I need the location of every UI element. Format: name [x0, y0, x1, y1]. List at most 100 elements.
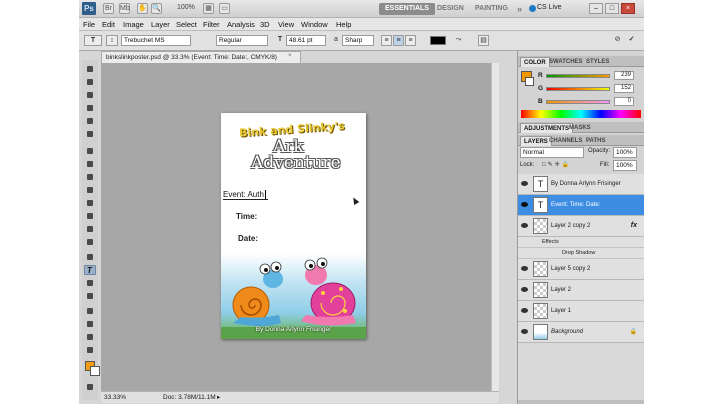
red-slider[interactable]: R 239: [538, 71, 642, 81]
color-bg-swatch[interactable]: [525, 77, 534, 86]
layer-name[interactable]: Layer 5 copy 2: [551, 266, 590, 272]
path-selection-tool-icon[interactable]: [84, 278, 96, 288]
layer-name[interactable]: Layer 2: [551, 287, 571, 293]
status-zoom[interactable]: 33.33%: [104, 392, 126, 403]
zoom-level[interactable]: 100%: [177, 4, 195, 11]
fx-icon[interactable]: fx: [631, 222, 637, 229]
drop-shadow-effect-row[interactable]: Drop Shadow: [518, 248, 644, 259]
tab-channels[interactable]: CHANNELS: [546, 136, 585, 146]
align-center-icon[interactable]: ≡: [393, 35, 404, 46]
align-right-icon[interactable]: ≡: [405, 35, 416, 46]
green-slider[interactable]: G 152: [538, 84, 642, 94]
document-canvas[interactable]: Bink and Slinky's Ark Adventure Event: A…: [221, 113, 366, 339]
hand-view-icon[interactable]: ✋: [137, 3, 148, 14]
menu-file[interactable]: File: [83, 20, 95, 29]
red-track[interactable]: [546, 74, 610, 78]
warp-text-icon[interactable]: ⤳: [453, 35, 464, 46]
menu-view[interactable]: View: [278, 20, 294, 29]
screen-mode-icon[interactable]: ▭: [219, 3, 230, 14]
cs-live-menu[interactable]: CS Live: [537, 4, 562, 11]
zoom-tool-icon[interactable]: [84, 345, 96, 355]
cancel-edit-icon[interactable]: ⊘: [612, 35, 623, 46]
marquee-tool-icon[interactable]: [84, 77, 96, 87]
menu-edit[interactable]: Edit: [102, 20, 115, 29]
minibridge-icon[interactable]: Mb: [119, 3, 130, 14]
font-family-select[interactable]: Trebuchet MS: [121, 35, 191, 46]
close-button[interactable]: ×: [621, 3, 635, 14]
text-color-swatch[interactable]: [430, 36, 446, 45]
layer-row[interactable]: Layer 2 copy 2 fx: [518, 216, 644, 237]
menu-layer[interactable]: Layer: [151, 20, 170, 29]
pen-tool-icon[interactable]: [84, 252, 96, 262]
crop-tool-icon[interactable]: [84, 116, 96, 126]
green-track[interactable]: [546, 87, 610, 91]
vertical-scrollbar[interactable]: [491, 63, 499, 391]
history-brush-tool-icon[interactable]: [84, 185, 96, 195]
tool-preset-picker[interactable]: T: [84, 35, 102, 46]
status-arrow-icon[interactable]: ▸: [217, 392, 220, 403]
layer-name[interactable]: Layer 1: [551, 308, 571, 314]
layer-row[interactable]: Background 🔒: [518, 322, 644, 343]
menu-window[interactable]: Window: [301, 20, 328, 29]
blur-tool-icon[interactable]: [84, 224, 96, 234]
eraser-tool-icon[interactable]: [84, 198, 96, 208]
visibility-eye-icon[interactable]: [521, 329, 528, 334]
tab-swatches[interactable]: SWATCHES: [546, 57, 586, 67]
bridge-icon[interactable]: Br: [103, 3, 114, 14]
layer-row-selected[interactable]: T Event: Time: Date:: [518, 195, 644, 216]
cs-live-icon[interactable]: [529, 5, 536, 12]
shape-tool-icon[interactable]: [84, 291, 96, 301]
fill-field[interactable]: 100%: [613, 160, 637, 171]
opacity-field[interactable]: 100%: [613, 147, 637, 158]
workspace-painting[interactable]: PAINTING: [469, 3, 514, 15]
font-size-select[interactable]: 48.61 pt: [286, 35, 326, 46]
brush-tool-icon[interactable]: [84, 159, 96, 169]
align-left-icon[interactable]: ≡: [381, 35, 392, 46]
visibility-eye-icon[interactable]: [521, 223, 528, 228]
layer-name[interactable]: By Donna Arlynn Frisinger: [551, 181, 621, 187]
layer-effects-row[interactable]: Effects: [518, 237, 644, 248]
3d-rotate-tool-icon[interactable]: [84, 306, 96, 316]
blue-track[interactable]: [546, 100, 610, 104]
gradient-tool-icon[interactable]: [84, 211, 96, 221]
blend-mode-select[interactable]: Normal: [520, 147, 584, 158]
quick-selection-tool-icon[interactable]: [84, 103, 96, 113]
document-tab-close-icon[interactable]: ×: [288, 53, 292, 59]
hand-tool-icon[interactable]: [84, 332, 96, 342]
character-panel-icon[interactable]: ▤: [478, 35, 489, 46]
text-orientation-icon[interactable]: ↕: [106, 35, 118, 46]
blue-value[interactable]: 0: [614, 97, 634, 106]
visibility-eye-icon[interactable]: [521, 202, 528, 207]
visibility-eye-icon[interactable]: [521, 181, 528, 186]
tab-paths[interactable]: PATHS: [583, 136, 608, 146]
commit-edit-icon[interactable]: ✓: [626, 35, 637, 46]
layer-name[interactable]: Background: [551, 329, 583, 335]
layer-row[interactable]: Layer 2: [518, 280, 644, 301]
document-tab[interactable]: binkslinkposter.psd @ 33.3% (Event: Time…: [101, 51, 301, 63]
red-value[interactable]: 239: [614, 71, 634, 80]
type-tool-icon[interactable]: T: [84, 265, 96, 275]
lock-icons[interactable]: □✎✛🔒: [542, 161, 571, 168]
tab-masks[interactable]: MASKS: [566, 123, 594, 133]
menu-select[interactable]: Select: [176, 20, 197, 29]
clone-stamp-tool-icon[interactable]: [84, 172, 96, 182]
quick-mask-icon[interactable]: [84, 382, 96, 392]
layer-row[interactable]: Layer 5 copy 2: [518, 259, 644, 280]
workspace-essentials[interactable]: ESSENTIALS: [379, 3, 435, 15]
green-value[interactable]: 152: [614, 84, 634, 93]
maximize-button[interactable]: □: [605, 3, 619, 14]
lasso-tool-icon[interactable]: [84, 90, 96, 100]
menu-analysis[interactable]: Analysis: [227, 20, 255, 29]
color-ramp[interactable]: [521, 110, 641, 118]
menu-3d[interactable]: 3D: [260, 20, 270, 29]
move-tool-icon[interactable]: [84, 64, 96, 74]
background-color-swatch[interactable]: [90, 366, 100, 376]
visibility-eye-icon[interactable]: [521, 308, 528, 313]
dodge-tool-icon[interactable]: [84, 237, 96, 247]
workspace-more[interactable]: »: [511, 3, 528, 15]
tab-styles[interactable]: STYLES: [583, 57, 612, 67]
menu-filter[interactable]: Filter: [203, 20, 220, 29]
event-text-field[interactable]: Event: Auth: [223, 190, 268, 200]
blue-slider[interactable]: B 0: [538, 97, 642, 107]
visibility-eye-icon[interactable]: [521, 287, 528, 292]
